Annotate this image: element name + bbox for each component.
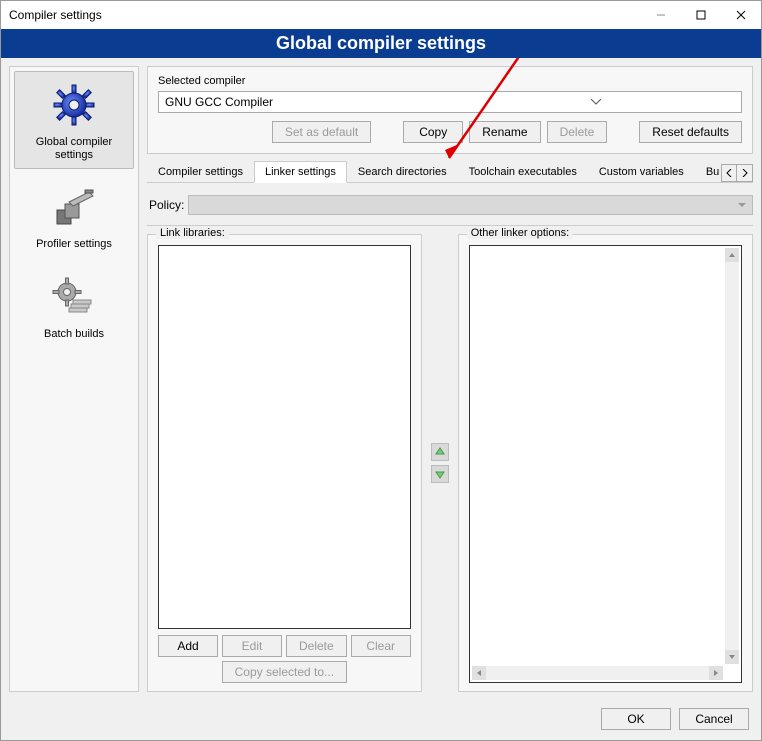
scroll-right-icon[interactable] bbox=[709, 666, 723, 680]
sidebar-item-batch-builds[interactable]: Batch builds bbox=[14, 263, 134, 348]
tab-custom-variables[interactable]: Custom variables bbox=[588, 161, 695, 182]
compiler-select[interactable]: GNU GCC Compiler bbox=[158, 91, 742, 113]
move-up-button[interactable] bbox=[431, 443, 449, 461]
ok-button[interactable]: OK bbox=[601, 708, 671, 730]
titlebar: Compiler settings bbox=[1, 1, 761, 29]
reset-defaults-button[interactable]: Reset defaults bbox=[639, 121, 742, 143]
tab-toolchain-executables[interactable]: Toolchain executables bbox=[458, 161, 588, 182]
gear-icon bbox=[17, 78, 131, 132]
horizontal-scrollbar[interactable] bbox=[472, 666, 723, 680]
reorder-controls bbox=[430, 234, 450, 692]
set-default-button[interactable]: Set as default bbox=[272, 121, 371, 143]
link-libraries-legend: Link libraries: bbox=[156, 227, 229, 239]
copy-button[interactable]: Copy bbox=[403, 121, 463, 143]
maximize-button[interactable] bbox=[681, 1, 721, 29]
scroll-down-icon[interactable] bbox=[725, 650, 739, 664]
page-title: Global compiler settings bbox=[1, 29, 761, 58]
sidebar-item-global-compiler[interactable]: Global compiler settings bbox=[14, 71, 134, 169]
other-linker-group: Other linker options: bbox=[458, 234, 753, 692]
vertical-scrollbar[interactable] bbox=[725, 248, 739, 664]
policy-label: Policy: bbox=[147, 198, 184, 212]
selected-compiler-label: Selected compiler bbox=[158, 75, 742, 87]
dialog-footer: OK Cancel bbox=[1, 700, 761, 740]
tab-scroll-left-button[interactable] bbox=[721, 164, 737, 182]
tab-search-directories[interactable]: Search directories bbox=[347, 161, 458, 182]
scroll-left-icon[interactable] bbox=[472, 666, 486, 680]
compiler-select-value: GNU GCC Compiler bbox=[159, 95, 450, 109]
profiler-icon bbox=[17, 180, 131, 234]
tab-scroll-right-button[interactable] bbox=[737, 164, 753, 182]
scroll-up-icon[interactable] bbox=[725, 248, 739, 262]
move-down-button[interactable] bbox=[431, 465, 449, 483]
sidebar-item-label: Batch builds bbox=[17, 328, 131, 341]
delete-lib-button[interactable]: Delete bbox=[286, 635, 347, 657]
add-button[interactable]: Add bbox=[158, 635, 218, 657]
tab-bar: Compiler settings Linker settings Search… bbox=[147, 160, 753, 183]
cancel-button[interactable]: Cancel bbox=[679, 708, 749, 730]
sidebar-item-label: Profiler settings bbox=[17, 238, 131, 251]
sidebar-item-profiler[interactable]: Profiler settings bbox=[14, 173, 134, 258]
chevron-down-icon bbox=[450, 99, 741, 105]
link-libraries-group: Link libraries: Add Edit Delete Clear Co… bbox=[147, 234, 422, 692]
tab-linker-settings[interactable]: Linker settings bbox=[254, 161, 347, 183]
close-button[interactable] bbox=[721, 1, 761, 29]
copy-selected-button[interactable]: Copy selected to... bbox=[222, 661, 347, 683]
compiler-settings-window: Compiler settings Global compiler settin… bbox=[0, 0, 762, 741]
other-linker-legend: Other linker options: bbox=[467, 227, 573, 239]
edit-button[interactable]: Edit bbox=[222, 635, 282, 657]
sidebar: Global compiler settings Profiler settin… bbox=[9, 66, 139, 692]
minimize-button[interactable] bbox=[641, 1, 681, 29]
link-libraries-list[interactable] bbox=[158, 245, 411, 629]
sidebar-item-label: Global compiler settings bbox=[17, 136, 131, 162]
batch-icon bbox=[17, 270, 131, 324]
delete-button[interactable]: Delete bbox=[547, 121, 608, 143]
rename-button[interactable]: Rename bbox=[469, 121, 540, 143]
window-title: Compiler settings bbox=[9, 8, 641, 22]
tab-build-options[interactable]: Build bbox=[695, 161, 721, 182]
policy-select[interactable] bbox=[188, 195, 753, 215]
other-linker-textarea[interactable] bbox=[469, 245, 742, 683]
tab-compiler-settings[interactable]: Compiler settings bbox=[147, 161, 254, 182]
clear-button[interactable]: Clear bbox=[351, 635, 411, 657]
selected-compiler-group: Selected compiler GNU GCC Compiler Set a… bbox=[147, 66, 753, 154]
